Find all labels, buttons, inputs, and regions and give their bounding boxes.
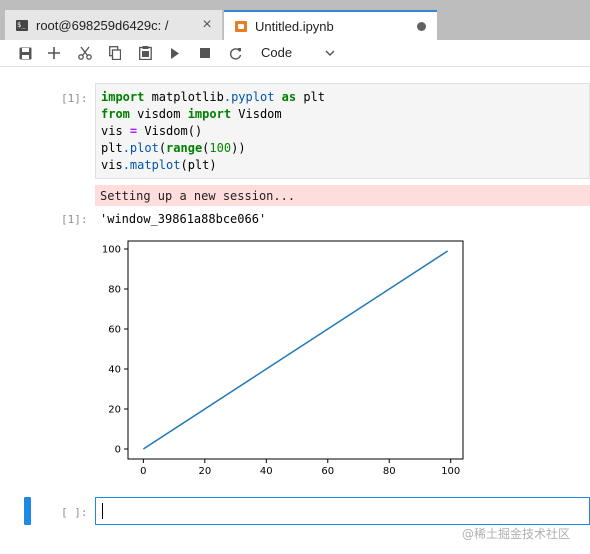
restart-icon[interactable]: [226, 44, 244, 62]
tab-bar: $_ root@698259d6429c: / × Untitled.ipynb: [0, 0, 590, 40]
notebook-icon: [235, 20, 247, 32]
x-tick-label: 80: [383, 466, 396, 477]
y-tick-label: 0: [115, 445, 121, 456]
input-prompt: [1]:: [61, 92, 88, 105]
empty-code-cell[interactable]: [95, 497, 590, 525]
empty-cell-prompt: [ ]:: [61, 506, 88, 519]
cell-type-select[interactable]: Code: [261, 43, 341, 63]
line-chart: 0 20 40 60 80 100 0 20 40 60 80 100: [102, 240, 464, 477]
y-tick-label: 60: [108, 325, 121, 336]
code-line-5: vis.matplot(plt): [101, 158, 217, 172]
paste-icon[interactable]: [136, 44, 154, 62]
y-tick-label: 20: [108, 405, 121, 416]
run-icon[interactable]: [166, 44, 184, 62]
code-line-3: vis = Visdom(): [101, 124, 203, 138]
cut-icon[interactable]: [76, 44, 94, 62]
output-prompt: [1]:: [61, 213, 88, 226]
tab-notebook[interactable]: Untitled.ipynb: [224, 10, 437, 40]
stop-icon[interactable]: [196, 44, 214, 62]
unsaved-indicator-icon[interactable]: [417, 21, 426, 31]
close-icon[interactable]: ×: [192, 16, 222, 34]
x-tick-label: 60: [321, 466, 334, 477]
watermark: @稀土掘金技术社区: [462, 527, 571, 541]
save-icon[interactable]: [16, 44, 34, 62]
code-line-1: import matplotlib.pyplot as plt: [101, 90, 326, 104]
y-tick-label: 40: [108, 365, 121, 376]
chevron-down-icon: [325, 43, 335, 63]
x-tick-label: 0: [140, 466, 146, 477]
x-tick-label: 40: [260, 466, 273, 477]
tab-terminal[interactable]: $_ root@698259d6429c: / ×: [5, 10, 223, 40]
jupyterlab-window: $_ root@698259d6429c: / × Untitled.ipynb: [0, 0, 590, 554]
terminal-icon: $_: [16, 19, 28, 31]
x-tick-label: 20: [198, 466, 211, 477]
tab-notebook-label: Untitled.ipynb: [255, 18, 334, 34]
code-cell-editor[interactable]: import matplotlib.pyplot as plt from vis…: [95, 83, 590, 179]
y-tick-label: 80: [108, 285, 121, 296]
output-text: 'window_39861a88bce066': [100, 212, 267, 226]
add-icon[interactable]: [45, 44, 63, 62]
text-cursor: [102, 503, 103, 519]
cell-type-value: Code: [261, 45, 293, 60]
code-line-4: plt.plot(range(100)): [101, 141, 246, 155]
tab-terminal-label: root@698259d6429c: /: [36, 17, 169, 33]
y-tick-label: 100: [102, 245, 121, 256]
code-line-2: from visdom import Visdom: [101, 107, 282, 121]
notebook-toolbar: Code: [0, 40, 590, 67]
stderr-output: Setting up a new session...: [95, 185, 590, 206]
x-tick-label: 100: [441, 466, 460, 477]
active-cell-indicator: [24, 497, 31, 525]
copy-icon[interactable]: [106, 44, 124, 62]
